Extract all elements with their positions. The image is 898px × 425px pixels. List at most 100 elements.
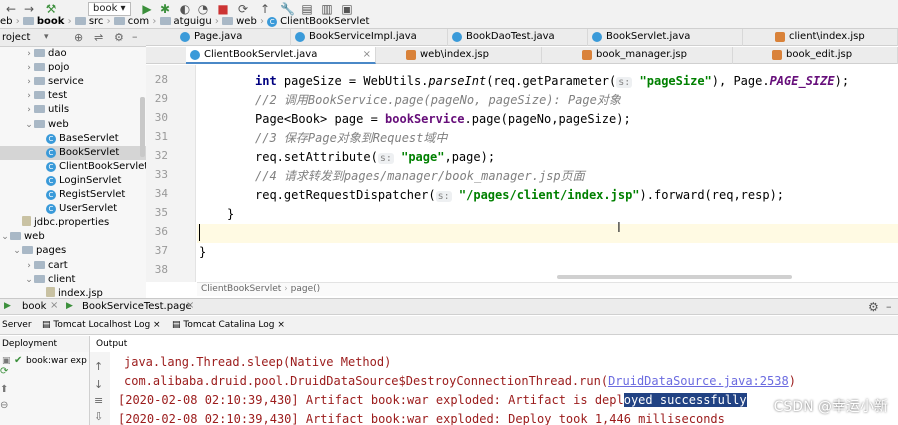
run-icon[interactable]: ▶ xyxy=(140,2,154,16)
output-line: java.lang.Thread.sleep(Native Method) xyxy=(124,355,392,369)
folder-icon xyxy=(113,17,125,25)
line-number: 38 xyxy=(154,263,168,276)
tree-item[interactable]: C LoginServlet xyxy=(0,174,146,188)
tab-tomcat-localhost-log[interactable]: ▤ Tomcat Localhost Log × xyxy=(42,316,161,335)
chevron-right-icon[interactable]: › xyxy=(24,75,34,89)
tree-item[interactable]: › utils xyxy=(0,103,146,117)
tree-item[interactable]: C BookServlet xyxy=(0,145,146,160)
gear-icon[interactable]: ⚙ xyxy=(868,300,879,314)
tab-client-index-jsp[interactable]: client\index.jsp xyxy=(771,29,898,46)
tab-bookserviceimpl-java[interactable]: BookServiceImpl.java xyxy=(291,29,448,46)
deployment-item[interactable]: book:war exp xyxy=(26,356,87,366)
chevron-down-icon[interactable]: ⌄ xyxy=(24,118,34,132)
tree-item[interactable]: C RegistServlet xyxy=(0,188,146,202)
run-tab-close-icon[interactable]: × xyxy=(50,300,58,311)
tree-item[interactable]: › pojo xyxy=(0,61,146,75)
hide-icon[interactable]: – xyxy=(886,300,892,313)
folder-icon xyxy=(34,49,45,57)
deploy-icon[interactable]: ⬆ xyxy=(0,384,8,395)
redeploy-icon[interactable]: ⟳ xyxy=(0,366,8,377)
run-tab-book[interactable]: book xyxy=(22,301,46,312)
tab-server[interactable]: Server xyxy=(2,316,32,335)
crumb-web[interactable]: web xyxy=(236,16,257,27)
tab-tomcat-catalina-log[interactable]: ▤ Tomcat Catalina Log × xyxy=(172,316,285,335)
tasks-icon[interactable]: ▣ xyxy=(340,2,354,16)
git-icon[interactable]: ↑ xyxy=(258,2,272,16)
tree-item[interactable]: C ClientBookServlet xyxy=(0,160,146,174)
tree-item[interactable]: › cart xyxy=(0,259,146,273)
tab-book-manager-jsp[interactable]: book_manager.jsp xyxy=(578,47,733,64)
tree-item[interactable]: C BaseServlet xyxy=(0,132,146,146)
chevron-right-icon[interactable]: › xyxy=(24,61,34,75)
tab-bookservlet-java[interactable]: BookServlet.java xyxy=(588,29,743,46)
tree-item-label: BaseServlet xyxy=(59,132,119,144)
collapse-all-icon[interactable]: ⇌ xyxy=(94,31,103,44)
crumb-src[interactable]: src xyxy=(89,16,104,27)
locate-icon[interactable]: ⊕ xyxy=(74,31,83,44)
tab-web-index-jsp[interactable]: web\index.jsp xyxy=(402,47,542,64)
tree-item[interactable]: › service xyxy=(0,75,146,89)
class-icon: C xyxy=(46,161,56,172)
hide-icon[interactable]: – xyxy=(132,30,138,43)
crumb-com[interactable]: com xyxy=(128,16,149,27)
scroll-up-icon[interactable]: ↑ xyxy=(94,360,103,373)
tree-item[interactable]: ⌄ web xyxy=(0,118,146,132)
crumb-class-name[interactable]: ClientBookServlet xyxy=(201,284,281,294)
settings-wrench-icon[interactable]: 🔧 xyxy=(280,2,295,16)
crumb-atguigu[interactable]: atguigu xyxy=(174,16,212,27)
project-title[interactable]: roject xyxy=(2,32,30,43)
debug-icon[interactable]: ✱ xyxy=(158,2,172,16)
file-icon xyxy=(46,286,55,297)
tree-item[interactable]: ⌄ pages xyxy=(0,244,146,258)
scroll-to-end-icon[interactable]: ⇩ xyxy=(94,410,103,423)
folder-icon xyxy=(22,246,33,255)
chevron-down-icon[interactable]: ⌄ xyxy=(0,230,10,244)
tree-scrollbar[interactable] xyxy=(140,97,145,157)
tab-clientbookservlet-java[interactable]: ClientBookServlet.java × xyxy=(186,47,376,64)
run-tab-test[interactable]: BookServiceTest.page xyxy=(82,301,192,312)
structure-icon[interactable]: ▤ xyxy=(300,2,314,16)
source-link[interactable]: DruidDataSource.java:2538 xyxy=(608,374,789,388)
horizontal-scrollbar[interactable] xyxy=(557,275,792,279)
crumb-method[interactable]: page() xyxy=(291,284,321,294)
chevron-right-icon[interactable]: › xyxy=(24,259,34,273)
profile-icon[interactable]: ◔ xyxy=(196,2,210,16)
chevron-right-icon[interactable]: › xyxy=(24,47,34,61)
run-tab-close-icon[interactable]: × xyxy=(186,300,194,311)
chevron-right-icon[interactable]: › xyxy=(24,89,34,103)
tree-item[interactable]: jdbc.properties xyxy=(0,216,146,230)
tree-item[interactable]: › test xyxy=(0,89,146,103)
chevron-down-icon[interactable]: ⌄ xyxy=(24,273,34,287)
crumb-eb[interactable]: eb xyxy=(0,16,13,27)
tree-item[interactable]: C UserServlet xyxy=(0,202,146,216)
tree-item[interactable]: › dao xyxy=(0,47,146,61)
soft-wrap-icon[interactable]: ≡ xyxy=(94,394,103,407)
undeploy-icon[interactable]: ⊖ xyxy=(0,400,8,411)
tree-item[interactable]: ⌄ web xyxy=(0,230,146,244)
build-hammer-icon[interactable]: ⚒ xyxy=(44,2,58,16)
line-number: 32 xyxy=(154,149,168,162)
chevron-down-icon[interactable]: ⌄ xyxy=(12,244,22,258)
run-config-select[interactable]: book ▾ xyxy=(88,2,131,16)
tree-item-label: utils xyxy=(48,104,70,116)
back-icon[interactable]: ← xyxy=(4,2,18,16)
update-icon[interactable]: ⟳ xyxy=(236,2,250,16)
sdk-icon[interactable]: ▥ xyxy=(320,2,334,16)
crumb-book[interactable]: book xyxy=(37,16,65,27)
crumb-class[interactable]: ClientBookServlet xyxy=(280,16,369,27)
stop-icon[interactable]: ■ xyxy=(216,2,230,16)
forward-icon[interactable]: → xyxy=(22,2,36,16)
chevron-right-icon[interactable]: › xyxy=(24,103,34,117)
dropdown-icon[interactable]: ▾ xyxy=(44,32,49,42)
line-number: 37 xyxy=(154,244,168,257)
close-icon[interactable]: × xyxy=(363,47,371,63)
tab-bookdaotest-java[interactable]: BookDaoTest.java xyxy=(448,29,588,46)
scroll-down-icon[interactable]: ↓ xyxy=(94,378,103,391)
jsp-file-icon xyxy=(406,50,416,60)
tree-item[interactable]: ⌄ client xyxy=(0,273,146,287)
coverage-icon[interactable]: ◐ xyxy=(178,2,192,16)
tab-book-edit-jsp[interactable]: book_edit.jsp xyxy=(768,47,898,64)
code-editor[interactable]: int pageSize = WebUtils.parseInt(req.get… xyxy=(197,65,898,282)
gear-icon[interactable]: ⚙ xyxy=(114,31,124,44)
tab-page-java[interactable]: Page.java xyxy=(176,29,291,46)
